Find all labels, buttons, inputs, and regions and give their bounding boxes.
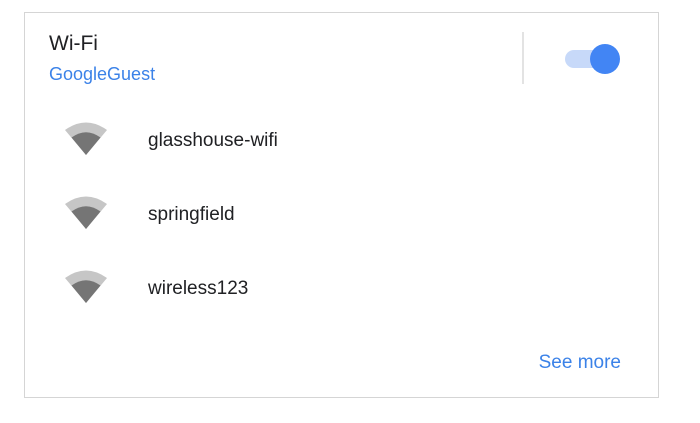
wifi-signal-icon bbox=[65, 270, 107, 303]
network-list: glasshouse-wifi springfield wireless123 bbox=[25, 105, 658, 327]
network-name: wireless123 bbox=[148, 278, 249, 299]
network-item-wireless123[interactable]: wireless123 bbox=[25, 253, 658, 327]
wifi-toggle[interactable] bbox=[565, 42, 623, 76]
connected-network-label[interactable]: GoogleGuest bbox=[49, 63, 155, 85]
see-more-link[interactable]: See more bbox=[539, 351, 621, 375]
wifi-signal-icon bbox=[65, 196, 107, 229]
wifi-header: Wi-Fi GoogleGuest bbox=[25, 13, 658, 99]
header-divider bbox=[522, 32, 524, 84]
network-name: springfield bbox=[148, 204, 235, 225]
network-item-glasshouse-wifi[interactable]: glasshouse-wifi bbox=[25, 105, 658, 179]
wifi-title: Wi-Fi bbox=[49, 32, 98, 55]
network-name: glasshouse-wifi bbox=[148, 130, 278, 151]
wifi-toggle-knob bbox=[590, 44, 620, 74]
network-item-springfield[interactable]: springfield bbox=[25, 179, 658, 253]
wifi-card: Wi-Fi GoogleGuest glasshouse-wifi spring… bbox=[24, 12, 659, 398]
wifi-signal-icon bbox=[65, 122, 107, 155]
